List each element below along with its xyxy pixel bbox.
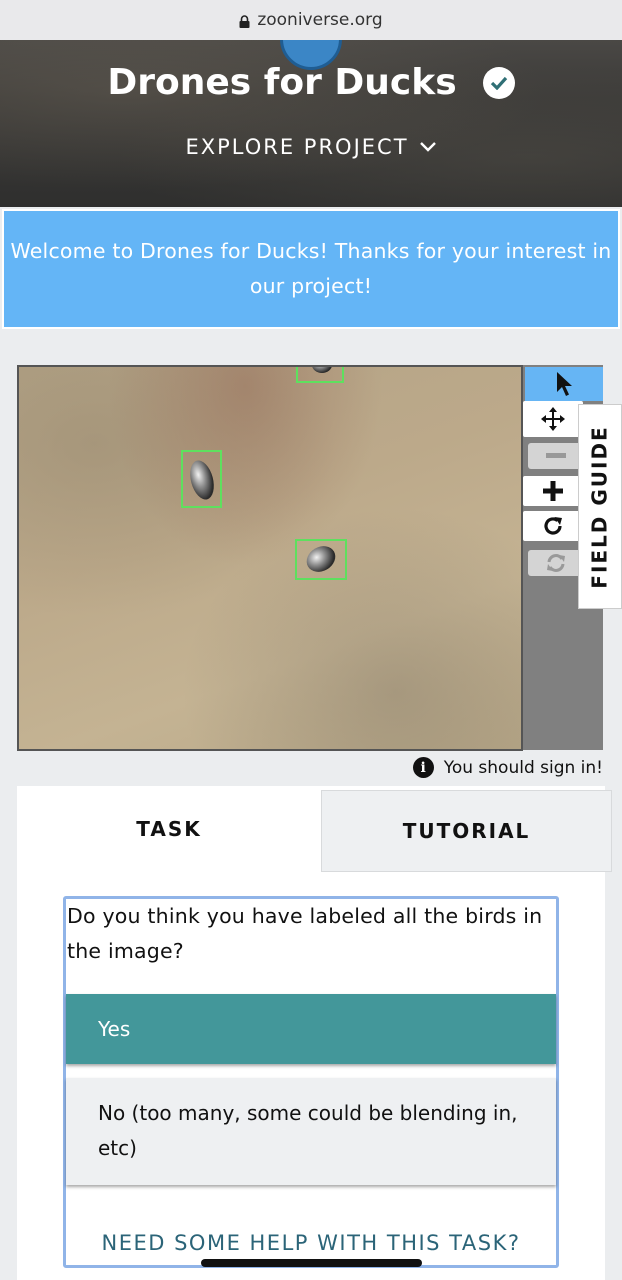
- zoom-in-icon: [543, 481, 563, 501]
- lock-icon: [239, 14, 250, 28]
- zoom-in-button[interactable]: [523, 476, 583, 506]
- annotation-box[interactable]: [181, 450, 222, 508]
- zoom-out-button[interactable]: [528, 443, 583, 469]
- duck: [186, 457, 218, 503]
- rotate-button[interactable]: [523, 511, 583, 541]
- url-text: zooniverse.org: [257, 10, 383, 30]
- welcome-banner: Welcome to Drones for Ducks! Thanks for …: [2, 209, 620, 329]
- project-header: Drones for Ducks EXPLORE PROJECT: [0, 40, 622, 207]
- check-badge-icon: [482, 66, 515, 99]
- sign-in-notice[interactable]: i You should sign in!: [412, 757, 603, 778]
- annotation-box[interactable]: [295, 539, 347, 580]
- duck: [302, 541, 340, 577]
- move-icon: [541, 407, 565, 431]
- browser-url-bar[interactable]: zooniverse.org: [0, 0, 622, 40]
- chevron-down-icon: [419, 142, 436, 152]
- field-guide-button[interactable]: FIELD GUIDE: [578, 404, 622, 609]
- project-title-row: Drones for Ducks: [0, 62, 622, 103]
- pointer-tool-button[interactable]: [525, 367, 603, 401]
- tab-task[interactable]: TASK: [17, 786, 321, 872]
- zoom-out-icon: [545, 453, 566, 458]
- rotate-icon: [544, 517, 562, 535]
- annotation-box[interactable]: [296, 367, 344, 383]
- move-tool-button[interactable]: [523, 401, 583, 437]
- explore-project-label: EXPLORE PROJECT: [185, 135, 409, 159]
- pointer-icon: [557, 372, 572, 396]
- tab-tutorial[interactable]: TUTORIAL: [321, 790, 612, 872]
- info-icon: i: [412, 757, 434, 778]
- home-indicator[interactable]: [201, 1259, 422, 1267]
- answer-yes-button[interactable]: Yes: [66, 994, 556, 1064]
- sign-in-text: You should sign in!: [443, 757, 603, 778]
- reset-icon: [546, 554, 565, 572]
- answer-no-button[interactable]: No (too many, some could be blending in,…: [66, 1078, 556, 1185]
- project-title: Drones for Ducks: [107, 62, 457, 103]
- field-guide-label: FIELD GUIDE: [588, 424, 612, 589]
- duck: [312, 367, 332, 373]
- subject-image[interactable]: [17, 365, 523, 751]
- explore-project-button[interactable]: EXPLORE PROJECT: [0, 135, 622, 159]
- task-question: Do you think you have labeled all the bi…: [67, 904, 543, 963]
- task-help-button[interactable]: NEED SOME HELP WITH THIS TASK?: [66, 1231, 556, 1255]
- reset-button[interactable]: [528, 550, 583, 576]
